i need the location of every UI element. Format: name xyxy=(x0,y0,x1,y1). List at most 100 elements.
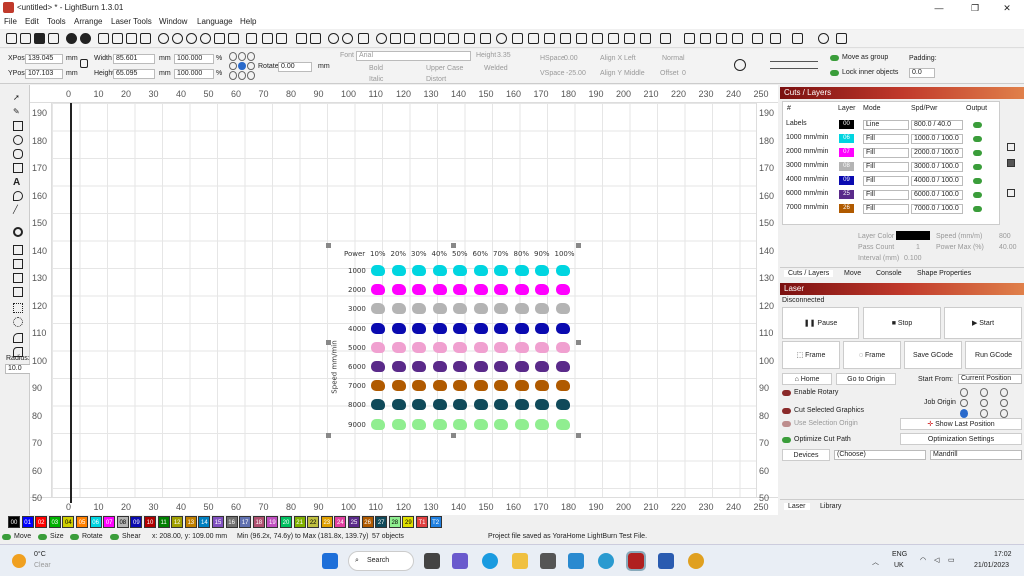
test-swatch[interactable] xyxy=(453,265,467,276)
test-swatch[interactable] xyxy=(514,284,529,296)
region-label[interactable]: UK xyxy=(894,562,904,569)
test-swatch[interactable] xyxy=(494,284,508,296)
zoom-frame-icon[interactable] xyxy=(200,33,211,44)
rotate-icon[interactable] xyxy=(358,33,369,44)
power-max-value[interactable]: 40.00 xyxy=(999,244,1017,251)
align-tools-icon[interactable] xyxy=(770,61,818,69)
menu-window[interactable]: Window xyxy=(159,17,187,26)
layer-mode-select[interactable]: Fill xyxy=(863,204,909,214)
test-swatch[interactable] xyxy=(473,284,488,296)
align-center-icon[interactable] xyxy=(376,33,387,44)
layer-output-toggle[interactable] xyxy=(973,206,982,212)
start-button[interactable]: ▶ Start xyxy=(944,307,1022,339)
array-icon[interactable] xyxy=(528,33,539,44)
test-swatch[interactable] xyxy=(514,322,529,334)
test-swatch[interactable] xyxy=(432,303,447,315)
selection-handle[interactable] xyxy=(576,433,581,438)
cut-selected-toggle[interactable] xyxy=(782,408,791,414)
align-left-icon[interactable] xyxy=(390,33,401,44)
test-swatch[interactable] xyxy=(432,322,447,334)
layer-row[interactable]: 3000 mm/min 08 Fill 3000.0 / 100.0 xyxy=(783,160,999,173)
test-swatch[interactable] xyxy=(391,418,406,430)
test-swatch[interactable] xyxy=(473,303,488,315)
lock-inner-toggle[interactable] xyxy=(830,70,839,76)
test-swatch[interactable] xyxy=(535,322,549,334)
selection-handle[interactable] xyxy=(451,243,456,248)
taskbar-search[interactable]: ⌕ Search xyxy=(348,551,414,571)
word-icon[interactable] xyxy=(658,553,674,569)
layer-output-toggle[interactable] xyxy=(973,122,982,128)
layer-row[interactable]: 4000 mm/min 09 Fill 4000.0 / 100.0 xyxy=(783,174,999,187)
align-top-icon[interactable] xyxy=(420,33,431,44)
layer-mode-select[interactable]: Fill xyxy=(863,190,909,200)
edit-nodes-icon[interactable]: ✎ xyxy=(13,107,23,117)
test-swatch[interactable] xyxy=(555,418,570,430)
test-swatch[interactable] xyxy=(391,303,406,315)
layer-row[interactable]: Labels 00 Line 800.0 / 40.0 xyxy=(783,118,999,131)
palette-swatch[interactable]: 08 xyxy=(116,516,129,528)
layer-mode-select[interactable]: Fill xyxy=(863,134,909,144)
test-swatch[interactable] xyxy=(432,341,447,353)
workspace-canvas[interactable]: 0 10 20 30 40 50 60 70 80 90 100 110 120 130 140 150 160… xyxy=(30,85,778,515)
size-status-toggle[interactable] xyxy=(38,534,47,540)
layer-mode-select[interactable]: Fill xyxy=(863,148,909,158)
align-middle-icon[interactable] xyxy=(448,33,459,44)
open-file-icon[interactable] xyxy=(20,33,31,44)
test-swatch[interactable] xyxy=(391,322,406,334)
draw-lines-icon[interactable] xyxy=(13,163,23,173)
palette-swatch[interactable]: 05 xyxy=(76,516,88,528)
test-swatch[interactable] xyxy=(514,341,529,353)
layer-swatch[interactable]: 09 xyxy=(839,176,854,185)
move-as-group-toggle[interactable] xyxy=(830,55,839,61)
position-laser-icon[interactable] xyxy=(13,191,23,201)
frame-button[interactable]: ⬚ Frame xyxy=(782,341,840,369)
ypos-input[interactable]: 107.103 xyxy=(25,69,63,79)
start-from-select[interactable]: Current Position xyxy=(958,374,1022,384)
test-swatch[interactable] xyxy=(494,341,508,353)
test-swatch[interactable] xyxy=(555,399,570,411)
aligny-select[interactable]: Middle xyxy=(624,70,645,77)
layer-swatch[interactable]: 25 xyxy=(839,190,854,199)
palette-swatch[interactable]: 06 xyxy=(89,516,102,528)
palette-swatch[interactable]: 28 xyxy=(388,516,401,528)
test-swatch[interactable] xyxy=(453,399,467,411)
test-swatch[interactable] xyxy=(473,380,488,392)
test-swatch[interactable] xyxy=(535,399,549,411)
test-swatch[interactable] xyxy=(453,418,467,430)
test-swatch[interactable] xyxy=(555,265,570,276)
test-swatch[interactable] xyxy=(494,399,508,411)
job-origin-selector[interactable] xyxy=(960,388,1010,418)
test-swatch[interactable] xyxy=(555,341,570,353)
trash-icon[interactable] xyxy=(1007,159,1015,167)
layer-mode-select[interactable]: Line xyxy=(863,120,909,130)
boolean-icon[interactable] xyxy=(734,59,746,71)
menu-tools[interactable]: Tools xyxy=(47,17,66,26)
palette-swatch[interactable]: 20 xyxy=(280,516,292,528)
task-view-icon[interactable] xyxy=(424,553,440,569)
test-swatch[interactable] xyxy=(371,399,385,411)
cut-icon[interactable] xyxy=(112,33,123,44)
layer-swatch[interactable]: 08 xyxy=(839,162,854,171)
align-right-icon[interactable] xyxy=(404,33,415,44)
shear-status-toggle[interactable] xyxy=(110,534,119,540)
palette-swatch[interactable]: T2 xyxy=(429,516,442,528)
test-swatch[interactable] xyxy=(494,322,508,334)
rotate-input[interactable]: 0.00 xyxy=(278,62,312,72)
palette-swatch[interactable]: 04 xyxy=(62,516,75,528)
palette-swatch[interactable]: 19 xyxy=(266,516,279,528)
layer-swatch[interactable]: 26 xyxy=(839,204,854,213)
text-icon[interactable]: A xyxy=(13,177,23,188)
corner-tl-icon[interactable] xyxy=(752,33,763,44)
mail-icon[interactable] xyxy=(568,553,584,569)
nest-icon[interactable] xyxy=(512,33,523,44)
move-down-icon[interactable] xyxy=(1007,189,1015,197)
italic-toggle[interactable]: Italic xyxy=(369,76,383,83)
measure-icon[interactable]: ╱ xyxy=(13,205,23,215)
normal-select[interactable]: Normal xyxy=(662,55,685,62)
test-swatch[interactable] xyxy=(432,380,447,392)
rectangle-icon[interactable] xyxy=(13,121,23,131)
move-page-4-icon[interactable] xyxy=(732,33,743,44)
pan-icon[interactable] xyxy=(158,33,169,44)
test-swatch[interactable] xyxy=(494,418,508,430)
menu-language[interactable]: Language xyxy=(197,17,233,26)
